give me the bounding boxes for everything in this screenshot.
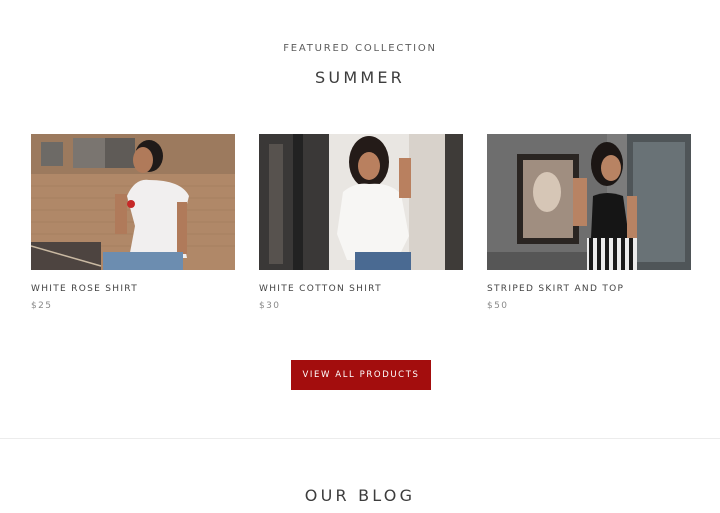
featured-eyebrow: FEATURED COLLECTION: [283, 43, 437, 54]
product-price: $30: [259, 301, 281, 311]
product-image[interactable]: [31, 134, 235, 270]
section-divider: [0, 438, 720, 439]
product-name[interactable]: STRIPED SKIRT AND TOP: [487, 284, 691, 294]
blog-section-title: OUR BLOG: [304, 486, 416, 505]
product-card[interactable]: STRIPED SKIRT AND TOP $50: [487, 134, 691, 311]
section-title: SUMMER: [315, 68, 405, 87]
product-price: $50: [487, 301, 509, 311]
product-image[interactable]: [259, 134, 463, 270]
product-grid: WHITE ROSE SHIRT $25 WHITE COTTON SHIRT …: [31, 134, 691, 324]
product-card[interactable]: WHITE COTTON SHIRT $30: [259, 134, 463, 311]
product-price: $25: [31, 301, 53, 311]
product-name[interactable]: WHITE ROSE SHIRT: [31, 284, 235, 294]
product-name[interactable]: WHITE COTTON SHIRT: [259, 284, 463, 294]
view-all-products-button[interactable]: VIEW ALL PRODUCTS: [291, 360, 431, 390]
product-card[interactable]: WHITE ROSE SHIRT $25: [31, 134, 235, 311]
product-image[interactable]: [487, 134, 691, 270]
